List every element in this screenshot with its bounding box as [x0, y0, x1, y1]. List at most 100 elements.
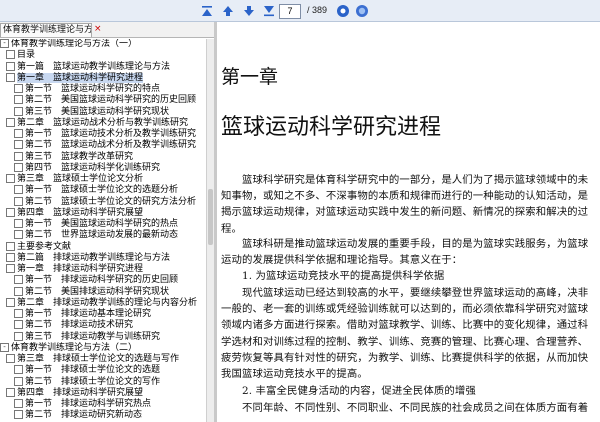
- collapse-icon[interactable]: -: [0, 342, 9, 352]
- tree-item-label: 第四节 篮球运动科学化训练研究: [25, 162, 161, 173]
- tree-item[interactable]: 第二章 篮球运动战术分析与教学训练研究: [6, 117, 188, 129]
- tree-item-label: 第三章 排球硕士学位论文的选题与写作: [17, 354, 180, 364]
- bookmark-page-icon: [14, 151, 23, 161]
- tree-item[interactable]: 第一节 排球运动科学研究的历史回顾: [14, 275, 178, 286]
- bookmark-page-icon: [14, 230, 23, 240]
- settings-icon[interactable]: [355, 4, 369, 18]
- tree-item[interactable]: 第二章 排球运动教学训练的理论与内容分析: [6, 297, 197, 309]
- tree-item[interactable]: 第一节 排球硕士学位论文的选题: [14, 365, 160, 376]
- bookmark-page-icon: [14, 376, 23, 386]
- bookmark-page-icon: [14, 84, 23, 93]
- bookmark-page-icon: [14, 331, 23, 341]
- bookmark-page-icon: [14, 320, 23, 330]
- prev-page-icon[interactable]: [221, 4, 235, 18]
- tree-item-label: 第一篇 篮球运动教学训练理论与方法: [17, 61, 171, 72]
- tree-item[interactable]: 第一章 篮球运动科学研究进程: [6, 72, 144, 84]
- tree-item[interactable]: 第三节 美国篮球运动科学研究现状: [14, 106, 170, 118]
- bookmark-page-icon: [14, 185, 23, 195]
- collapse-icon[interactable]: -: [0, 39, 9, 48]
- tree-item[interactable]: 第二篇 排球运动教学训练理论与方法: [6, 252, 171, 264]
- go-icon[interactable]: [336, 4, 350, 18]
- tree-item[interactable]: 第二节 美国排球运动科学研究现状: [14, 286, 169, 298]
- bookmark-page-icon: [14, 365, 23, 375]
- document-page: 第一章 篮球运动科学研究进程 篮球科学研究是体育科学研究中的一部分，是人们为了揭…: [217, 22, 600, 422]
- tree-item[interactable]: 主要参考文献: [6, 241, 72, 253]
- paragraph: 篮球科研是推动篮球运动发展的重要手段，目的是为篮球实践服务，为篮球运动的发展提供…: [221, 238, 589, 267]
- tree-item-label: 体育教学训练理论与方法（一）: [11, 39, 138, 49]
- tree-item-label: 第二节 篮球硕士学位论文的研究方法分析: [25, 196, 197, 207]
- tree-item-label: 第三节 排球运动教学与训练研究: [25, 331, 161, 342]
- tree-item[interactable]: 第一节 篮球运动科学研究的特点: [14, 84, 160, 95]
- bookmark-page-icon: [14, 95, 23, 105]
- page-number-input[interactable]: [279, 4, 301, 19]
- tree-item[interactable]: 第一节 美国篮球运动科学研究的热点: [14, 219, 178, 230]
- tree-item[interactable]: 第一节 排球运动科学研究热点: [14, 399, 151, 410]
- tree-item[interactable]: 第一节 篮球硕士学位论文的选题分析: [14, 185, 178, 196]
- tree-item-label: 第一节 排球运动科学研究热点: [25, 399, 152, 409]
- tree-item[interactable]: 第二节 排球运动研究新动态: [14, 410, 142, 421]
- paragraph: 篮球科学研究是体育科学研究中的一部分，是人们为了揭示篮球领域中的未知事物，或知之…: [221, 174, 589, 235]
- tree-item[interactable]: 第二节 美国篮球运动科学研究的历史回顾: [14, 95, 196, 106]
- paragraph: 不同年龄、不同性别、不同职业、不同民族的社会成员之间在体质方面有着: [242, 402, 589, 414]
- last-page-icon[interactable]: [262, 4, 276, 18]
- sidebar-scrollbar[interactable]: [206, 39, 214, 422]
- tree-item[interactable]: - 体育教学训练理论与方法（一）: [0, 39, 137, 50]
- tree-item[interactable]: 第三节 篮球教学改革研究: [14, 151, 134, 163]
- tree-item-label: 第四章 排球运动科学研究展望: [17, 387, 144, 398]
- bookmark-tab-bar: 体育教学训练理论与方法(... ×: [0, 22, 214, 38]
- tree-item[interactable]: 第二节 排球硕士学位论文的写作: [14, 376, 160, 388]
- tree-item[interactable]: 第二节 排球运动技术研究: [14, 320, 133, 331]
- tree-item-label: 体育教学训练理论与方法（二）: [11, 342, 138, 353]
- tree-item-label: 主要参考文献: [17, 241, 72, 252]
- tree-item[interactable]: 第一章 排球运动科学研究进程: [6, 264, 143, 275]
- first-page-icon[interactable]: [200, 4, 214, 18]
- tree-item-label: 第三节 篮球教学改革研究: [25, 151, 134, 162]
- bookmark-page-icon: [6, 207, 15, 217]
- tree-item[interactable]: 第二节 篮球硕士学位论文的研究方法分析: [14, 196, 197, 208]
- tree-item-label: 第一节 排球运动基本理论研究: [25, 309, 152, 319]
- tree-item-label: 第二节 世界篮球运动发展的最新动态: [25, 230, 179, 241]
- bookmark-tab[interactable]: 体育教学训练理论与方法(...: [0, 23, 92, 37]
- tree-item-label: 第二节 篮球运动战术分析及教学训练研究: [25, 140, 197, 151]
- tree-item[interactable]: 第二节 篮球运动战术分析及教学训练研究: [14, 140, 196, 151]
- bookmark-page-icon: [6, 387, 15, 397]
- tree-item-label: 第二节 美国篮球运动科学研究的历史回顾: [25, 95, 197, 106]
- tree-item[interactable]: 第二节 世界篮球运动发展的最新动态: [14, 230, 178, 241]
- close-icon[interactable]: ×: [94, 25, 102, 34]
- tree-item[interactable]: 第三节 排球运动教学与训练研究: [14, 331, 161, 343]
- next-page-icon[interactable]: [242, 4, 256, 18]
- tree-item[interactable]: 第四章 篮球运动科学研究展望: [6, 207, 143, 219]
- tree-item-label: 第一节 美国篮球运动科学研究的热点: [25, 219, 179, 229]
- tree-item[interactable]: 第四节 篮球运动科学化训练研究: [14, 162, 161, 174]
- bookmark-page-icon: [6, 72, 15, 82]
- tree-item[interactable]: 第一节 排球运动基本理论研究: [14, 309, 151, 320]
- tree-item-label: 第一节 篮球运动科学研究的特点: [25, 84, 161, 94]
- tree-item[interactable]: 第三章 排球硕士学位论文的选题与写作: [6, 354, 179, 365]
- tree-item[interactable]: 第四章 排球运动科学研究展望: [6, 387, 144, 399]
- bookmark-page-icon: [14, 106, 23, 116]
- bookmark-page-icon: [6, 241, 15, 251]
- tree-item[interactable]: 第一节 篮球运动技术分析及教学训练研究: [14, 129, 196, 140]
- bookmark-page-icon: [6, 174, 15, 183]
- tree-item-label: 第一节 排球运动科学研究的历史回顾: [25, 275, 179, 286]
- bookmark-page-icon: [14, 399, 23, 408]
- bookmark-page-icon: [14, 275, 23, 285]
- tree-item[interactable]: 第一篇 篮球运动教学训练理论与方法: [6, 61, 171, 73]
- tree-item[interactable]: 第三章 篮球硕士学位论文分析: [6, 174, 143, 185]
- bookmark-page-icon: [14, 129, 23, 138]
- tree-item[interactable]: - 体育教学训练理论与方法（二）: [0, 342, 138, 354]
- tree-item-label: 第三节 美国篮球运动科学研究现状: [25, 106, 170, 117]
- tree-item[interactable]: 目录: [6, 50, 35, 61]
- tree-item-label: 目录: [17, 50, 36, 61]
- bookmark-page-icon: [6, 61, 15, 71]
- bookmark-page-icon: [6, 252, 15, 262]
- scrollbar-thumb[interactable]: [208, 189, 213, 245]
- tree-item-label: 第一节 篮球硕士学位论文的选题分析: [25, 185, 179, 196]
- bookmark-page-icon: [6, 354, 15, 363]
- bookmark-page-icon: [14, 162, 23, 172]
- bookmark-page-icon: [6, 117, 15, 127]
- bookmark-page-icon: [14, 286, 23, 296]
- chapter-number: 第一章: [221, 66, 279, 88]
- tree-item-label: 第二篇 排球运动教学训练理论与方法: [17, 252, 171, 263]
- tree-item-label: 第一章 排球运动科学研究进程: [17, 264, 144, 274]
